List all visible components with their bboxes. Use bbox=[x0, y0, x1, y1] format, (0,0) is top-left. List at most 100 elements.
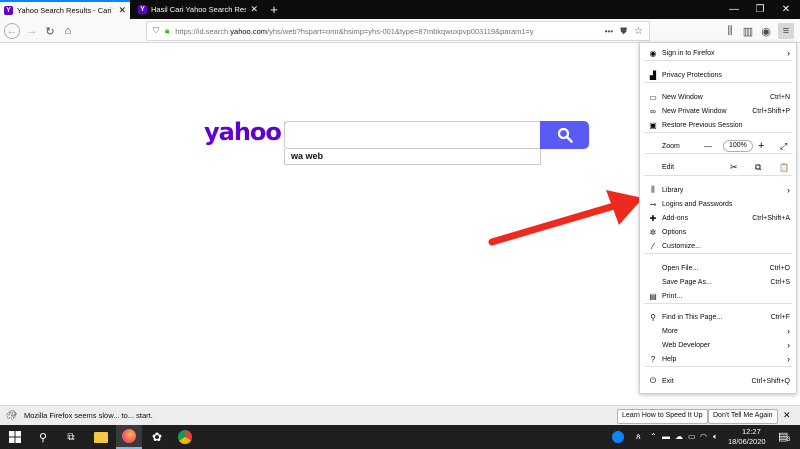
menu-item-sign-in-to-firefox[interactable]: ◉ Sign in to Firefox › bbox=[640, 46, 796, 60]
menu-item-restore-previous-session[interactable]: ▣ Restore Previous Session bbox=[640, 118, 796, 132]
menu-shortcut: Ctrl+F bbox=[770, 313, 790, 321]
menu-item-options[interactable]: ✲ Options bbox=[640, 225, 796, 239]
url-bar[interactable]: ⛉ 🔒︎ https://id.search.yahoo.com/yhs/web… bbox=[146, 21, 650, 41]
lock-icon[interactable]: 🔒︎ bbox=[165, 26, 169, 36]
search-button[interactable] bbox=[540, 121, 589, 149]
volume-icon[interactable]: 🔈︎ bbox=[713, 432, 718, 442]
cut-icon[interactable]: ✂ bbox=[730, 162, 738, 173]
url-prefix: https://id.search. bbox=[175, 26, 231, 36]
url-text[interactable]: https://id.search.yahoo.com/yhs/web?hspa… bbox=[175, 27, 565, 36]
menu-item-label: Privacy Protections bbox=[662, 71, 722, 79]
pocket-icon[interactable]: ⛊ bbox=[620, 26, 627, 37]
menu-item-help[interactable]: ? Help › bbox=[640, 352, 796, 366]
notification-count: 3 bbox=[787, 437, 791, 443]
zoom-out-button[interactable]: — bbox=[704, 142, 712, 151]
wifi-icon[interactable]: ◠ bbox=[700, 432, 707, 441]
menu-item-web-developer[interactable]: Web Developer › bbox=[640, 338, 796, 352]
zoom-in-button[interactable]: + bbox=[758, 140, 764, 152]
menu-item-privacy-protections[interactable]: ▟ Privacy Protections bbox=[640, 68, 796, 82]
display-icon[interactable]: ▭ bbox=[688, 432, 696, 441]
menu-item-add-ons[interactable]: ✚ Add-ons Ctrl+Shift+A bbox=[640, 211, 796, 225]
bookmark-star-icon[interactable]: ☆ bbox=[634, 26, 643, 37]
library-icon[interactable]: ⫼ bbox=[722, 23, 738, 39]
tab-close-icon[interactable]: ✕ bbox=[118, 5, 126, 16]
menu-item-logins-and-passwords[interactable]: ⊸ Logins and Passwords bbox=[640, 197, 796, 211]
notification-close-icon[interactable]: ✕ bbox=[783, 410, 791, 421]
windows-start-icon[interactable] bbox=[2, 425, 28, 449]
menu-item-find-in-this-page[interactable]: ⚲ Find in This Page... Ctrl+F bbox=[640, 310, 796, 324]
menu-item-new-window[interactable]: ▭ New Window Ctrl+N bbox=[640, 90, 796, 104]
menu-shortcut: Ctrl+N bbox=[769, 93, 790, 101]
learn-speed-button[interactable]: Learn How to Speed It Up bbox=[617, 409, 708, 424]
reload-icon[interactable]: ↻ bbox=[42, 23, 58, 39]
firefox-taskbar-icon[interactable] bbox=[116, 425, 142, 449]
menu-separator bbox=[644, 132, 792, 133]
battery-icon[interactable]: ▬ bbox=[662, 432, 670, 441]
menu-item-label: Options bbox=[662, 228, 687, 236]
paste-icon[interactable]: 📋 bbox=[779, 163, 789, 172]
copy-icon[interactable]: ⧉ bbox=[755, 162, 761, 173]
search-input[interactable] bbox=[284, 121, 541, 149]
tab-close-icon[interactable]: ✕ bbox=[250, 4, 258, 15]
shield-icon[interactable]: ⛉ bbox=[153, 26, 159, 36]
search-icon[interactable]: ⚲ bbox=[30, 425, 56, 449]
tab-hasil-cari[interactable]: Y Hasil Cari Yahoo Search Results ✕ bbox=[134, 0, 262, 19]
red-arrow-annotation bbox=[488, 190, 643, 246]
yahoo-logo[interactable]: yahoo! bbox=[204, 118, 292, 146]
window-icon: ▭ bbox=[649, 92, 657, 102]
help-icon: ? bbox=[650, 354, 656, 364]
menu-item-library[interactable]: ⫼ Library › bbox=[640, 183, 796, 197]
forward-icon[interactable]: → bbox=[24, 23, 40, 39]
chrome-taskbar-icon[interactable] bbox=[172, 425, 198, 449]
menu-shortcut: Ctrl+Shift+P bbox=[752, 107, 790, 115]
menu-item-exit[interactable]: ⏻ Exit Ctrl+Shift+Q bbox=[640, 374, 796, 388]
menu-item-customize[interactable]: ⁄ Customize... bbox=[640, 239, 796, 253]
chevron-right-icon: › bbox=[787, 326, 790, 336]
url-domain: yahoo.com bbox=[230, 26, 267, 36]
new-tab-button[interactable]: + bbox=[262, 0, 286, 19]
menu-item-print[interactable]: ▤ Print... bbox=[640, 289, 796, 303]
people-icon[interactable]: ጰ bbox=[636, 432, 641, 442]
gear-icon: ✲ bbox=[649, 227, 657, 237]
app-menu-panel: ◉ Sign in to Firefox › ▟ Privacy Protections… bbox=[639, 42, 797, 394]
edit-row: Edit ✂ ⧉ 📋 bbox=[640, 160, 796, 174]
menu-item-new-private-window[interactable]: ∞ New Private Window Ctrl+Shift+P bbox=[640, 104, 796, 118]
clock-time[interactable]: 12:27 bbox=[742, 427, 761, 436]
page-actions-icon[interactable]: ••• bbox=[605, 27, 613, 36]
windows-taskbar: ⚲ ⧉ ✿ ጰ ⌃ ▬ ☁ ▭ ◠ 🔈︎ 12:27 18/06/2020 ▤ … bbox=[0, 425, 800, 449]
task-view-icon[interactable]: ⧉ bbox=[58, 425, 84, 449]
puzzle-icon: ✚ bbox=[649, 213, 657, 223]
sidebar-icon[interactable]: ▥ bbox=[740, 23, 756, 39]
chevron-right-icon: › bbox=[787, 354, 790, 364]
close-window-button[interactable]: ✕ bbox=[774, 0, 798, 19]
app-taskbar-icon[interactable]: ✿ bbox=[144, 425, 170, 449]
user-tray-icon[interactable] bbox=[612, 431, 624, 443]
menu-separator bbox=[644, 366, 792, 367]
menu-separator bbox=[644, 303, 792, 304]
tray-chevron-icon[interactable]: ⌃ bbox=[650, 432, 657, 441]
edit-label: Edit bbox=[662, 163, 675, 171]
file-explorer-icon[interactable] bbox=[88, 425, 114, 449]
menu-item-label: Logins and Passwords bbox=[662, 200, 733, 208]
mask-icon: ∞ bbox=[650, 106, 656, 116]
maximize-button[interactable]: ❐ bbox=[748, 0, 772, 19]
clock-date[interactable]: 18/06/2020 bbox=[728, 437, 766, 446]
menu-item-label: Restore Previous Session bbox=[662, 121, 743, 129]
zoom-reset-button[interactable]: 100% bbox=[723, 140, 753, 152]
menu-item-save-page-as[interactable]: Save Page As... Ctrl+S bbox=[640, 275, 796, 289]
hamburger-menu-icon[interactable]: ≡ bbox=[778, 23, 794, 39]
menu-separator bbox=[644, 82, 792, 83]
menu-item-more[interactable]: More › bbox=[640, 324, 796, 338]
back-icon[interactable]: ← bbox=[4, 23, 20, 39]
minimize-button[interactable]: — bbox=[722, 0, 746, 19]
menu-item-label: Print... bbox=[662, 292, 683, 300]
navigation-toolbar: ← → ↻ ⌂ ⛉ 🔒︎ https://id.search.yahoo.com… bbox=[0, 19, 800, 43]
tab-yahoo-results[interactable]: Y Yahoo Search Results - Cari Wa ✕ bbox=[0, 0, 130, 19]
fullscreen-icon[interactable]: ⤢ bbox=[780, 141, 787, 152]
account-icon[interactable]: ◉ bbox=[758, 23, 774, 39]
onedrive-icon[interactable]: ☁ bbox=[675, 432, 683, 441]
home-icon[interactable]: ⌂ bbox=[60, 23, 76, 39]
search-suggestion[interactable]: wa web bbox=[284, 149, 541, 165]
dont-tell-again-button[interactable]: Don't Tell Me Again bbox=[708, 409, 778, 424]
menu-item-open-file[interactable]: Open File... Ctrl+O bbox=[640, 261, 796, 275]
